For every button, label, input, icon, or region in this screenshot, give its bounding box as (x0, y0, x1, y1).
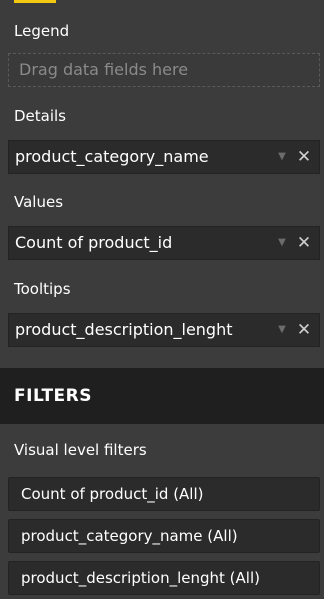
tooltips-field-pill[interactable]: product_description_lenght ▼ ✕ (8, 313, 320, 347)
close-icon[interactable]: ✕ (295, 314, 313, 346)
legend-dropzone[interactable]: Drag data fields here (8, 53, 320, 87)
chevron-down-icon[interactable]: ▼ (275, 314, 289, 346)
tooltips-well-label: Tooltips (14, 280, 71, 298)
details-well-label: Details (14, 107, 67, 125)
values-field-name: Count of product_id (15, 233, 173, 252)
details-field-pill[interactable]: product_category_name ▼ ✕ (8, 140, 320, 174)
values-well-label: Values (14, 193, 64, 211)
filter-card-product-description-lenght[interactable]: product_description_lenght (All) (8, 561, 320, 595)
filters-header: FILTERS (0, 368, 324, 424)
details-field-name: product_category_name (15, 147, 209, 166)
tooltips-field-name: product_description_lenght (15, 320, 233, 339)
chevron-down-icon[interactable]: ▼ (275, 227, 289, 259)
filter-card-product-category-name[interactable]: product_category_name (All) (8, 519, 320, 553)
legend-well-label: Legend (14, 22, 70, 40)
filter-card-count-product-id[interactable]: Count of product_id (All) (8, 477, 320, 511)
filters-title: FILTERS (14, 386, 92, 406)
visualizations-fields-pane: Legend Drag data fields here Details pro… (0, 0, 324, 599)
close-icon[interactable]: ✕ (295, 141, 313, 173)
active-tab-indicator (14, 0, 56, 3)
chevron-down-icon[interactable]: ▼ (275, 141, 289, 173)
close-icon[interactable]: ✕ (295, 227, 313, 259)
visual-level-filters-label: Visual level filters (14, 441, 147, 459)
values-field-pill[interactable]: Count of product_id ▼ ✕ (8, 226, 320, 260)
